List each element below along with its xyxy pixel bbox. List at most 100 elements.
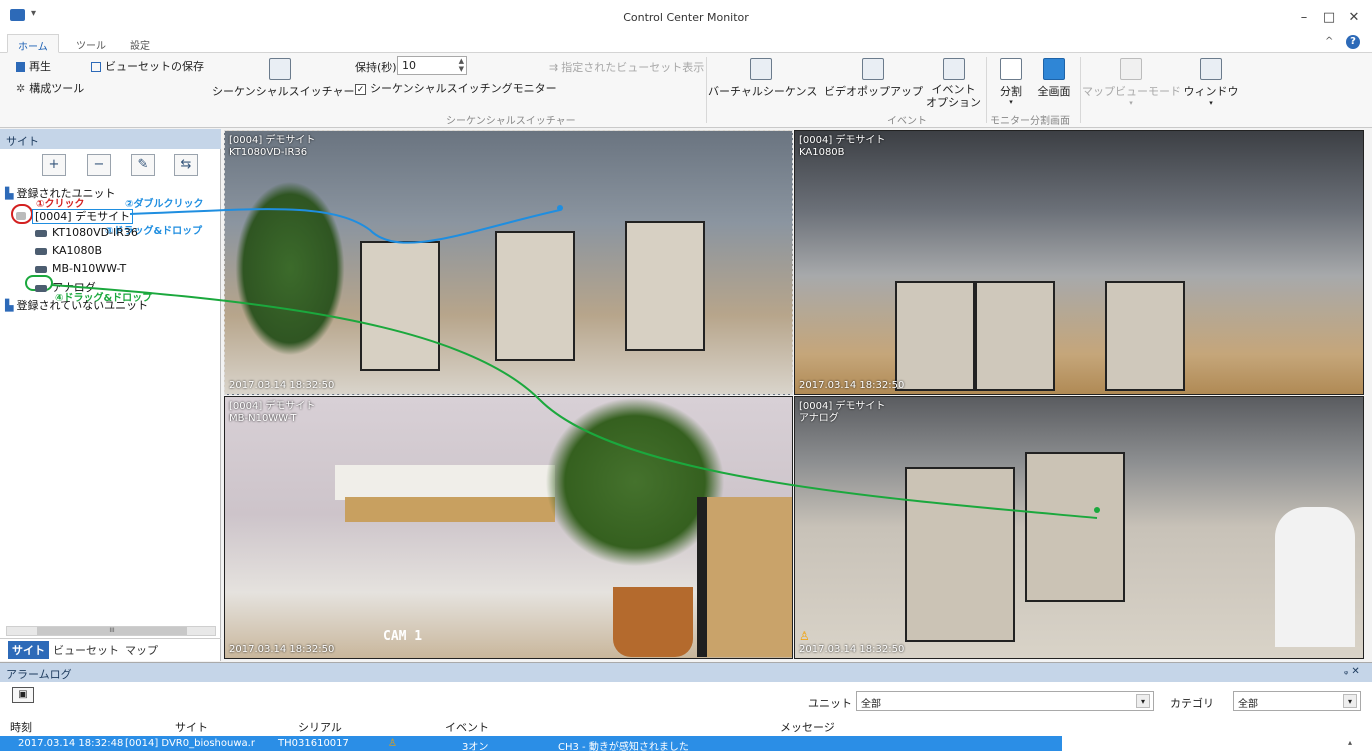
video-site-label: [0004] デモサイト — [229, 135, 316, 146]
show-viewset-button[interactable]: ⇉ 指定されたビューセット表示 — [549, 59, 704, 75]
tree-unregistered[interactable]: ▙ 登録されていないユニット — [5, 297, 148, 313]
ribbon-separator — [706, 57, 707, 123]
tab-viewset[interactable]: ビューセット — [53, 642, 119, 658]
video-timestamp: 2017.03.14 18:32:50 — [229, 380, 335, 391]
row-serial: TH031610017 — [278, 738, 349, 749]
column-header-serial[interactable]: シリアル — [298, 719, 342, 735]
horizontal-scrollbar[interactable]: III — [6, 626, 216, 636]
split-dropdown-icon[interactable]: ▾ — [992, 99, 1030, 106]
play-button[interactable]: 再生 — [16, 58, 51, 74]
split-button[interactable]: 分割 ▾ — [992, 58, 1030, 106]
tree-camera-1[interactable]: KT1080VD-IR36 — [35, 226, 138, 239]
virtual-sequence-label: バーチャルシーケンス — [708, 85, 818, 98]
annotation-double-click: ②ダブルクリック — [125, 199, 204, 210]
tab-site[interactable]: サイト — [8, 641, 49, 659]
map-view-dropdown-icon: ▾ — [1129, 99, 1133, 107]
scroll-up-icon[interactable]: ▴ — [1348, 738, 1352, 747]
table-row[interactable]: 2017.03.14 18:32:48 [0014] DVR0_bioshouw… — [0, 736, 1062, 751]
alarm-log-header: アラームログ — [0, 663, 1372, 682]
fullscreen-label: 全画面 — [1037, 85, 1071, 98]
minimize-button[interactable]: – — [1295, 10, 1313, 26]
ribbon-separator — [1080, 57, 1081, 123]
tab-settings[interactable]: 設定 — [120, 34, 160, 53]
refresh-button[interactable]: ⇆ — [174, 154, 198, 176]
gear-icon: ✲ — [16, 82, 26, 95]
column-header-event[interactable]: イベント — [445, 719, 489, 735]
scrollbar-thumb[interactable]: III — [37, 627, 187, 635]
edit-button[interactable]: ✎ — [131, 154, 155, 176]
group-label-monitor: モニター分割画面 — [990, 116, 1070, 127]
video-popup-label: ビデオポップアップ — [824, 85, 923, 98]
cam-overlay-label: CAM 1 — [383, 629, 423, 644]
tab-map[interactable]: マップ — [125, 642, 158, 658]
column-header-site[interactable]: サイト — [175, 719, 208, 735]
video-site-label: [0004] デモサイト — [799, 135, 886, 146]
sequential-switcher-label: シーケンシャルスイッチャー — [212, 85, 355, 98]
minus-icon: − — [93, 157, 105, 172]
event-option-label-2: オプション — [926, 96, 981, 109]
video-timestamp: 2017.03.14 18:32:50 — [799, 380, 905, 391]
plant-image — [235, 181, 345, 356]
add-button[interactable]: + — [42, 154, 66, 176]
window-button[interactable]: ウィンドウ ▾ — [1182, 58, 1240, 107]
tab-tools[interactable]: ツール — [66, 34, 116, 53]
window-dropdown-icon[interactable]: ▾ — [1182, 99, 1240, 107]
ribbon-tabs: ホーム ツール 設定 ^ ? — [0, 34, 1372, 53]
group-label-sequential: シーケンシャルスイッチャー — [446, 116, 576, 127]
pin-close-icon[interactable]: ᵩ ✕ — [1344, 666, 1360, 677]
video-timestamp: 2017.03.14 18:32:50 — [229, 644, 335, 655]
hold-seconds-value: 10 — [402, 59, 416, 72]
remove-button[interactable]: − — [87, 154, 111, 176]
tree-camera-3[interactable]: MB-N10WW-T — [35, 262, 126, 275]
left-panel-tabs: サイト ビューセット マップ — [0, 638, 221, 660]
config-tool-label: 構成ツール — [29, 82, 85, 95]
app-window: ▾ Control Center Monitor – □ ✕ ホーム ツール 設… — [0, 0, 1372, 751]
collapse-ribbon-button[interactable]: ^ — [1325, 36, 1333, 47]
display-case-image — [905, 467, 1015, 642]
unit-filter-label: ユニット — [808, 697, 852, 710]
category-filter-select[interactable]: 全部 ▾ — [1233, 691, 1361, 711]
motion-person-icon: ♙ — [799, 629, 810, 643]
sequential-switcher-button[interactable]: シーケンシャルスイッチャー — [212, 58, 355, 99]
map-view-mode-button[interactable]: マップビューモード ▾ — [1082, 58, 1181, 107]
fullscreen-icon — [1043, 58, 1065, 80]
help-button[interactable]: ? — [1346, 35, 1360, 49]
close-button[interactable]: ✕ — [1345, 10, 1363, 26]
site-icon — [16, 212, 26, 220]
display-case-image — [697, 497, 792, 657]
spinner-icon[interactable]: ▲ ▼ — [459, 57, 464, 73]
display-case-image — [495, 231, 575, 361]
virtual-sequence-button[interactable]: バーチャルシーケンス — [708, 58, 818, 99]
video-tile-1[interactable]: [0004] デモサイト KT1080VD-IR36 2017.03.14 18… — [224, 130, 793, 395]
column-header-time[interactable]: 時刻 — [10, 719, 32, 735]
plus-icon: + — [48, 157, 60, 172]
video-tile-2[interactable]: [0004] デモサイト KA1080B 2017.03.14 18:32:50 — [794, 130, 1364, 395]
video-site-label: [0004] デモサイト — [799, 401, 886, 412]
fullscreen-button[interactable]: 全画面 — [1034, 58, 1074, 99]
alarm-export-button[interactable]: ▣ — [12, 687, 34, 703]
hold-seconds-input[interactable]: 10 ▲ ▼ — [397, 56, 467, 75]
column-header-message[interactable]: メッセージ — [780, 719, 835, 735]
video-tile-4[interactable]: [0004] デモサイト アナログ ♙ 2017.03.14 18:32:50 — [794, 396, 1364, 659]
viewset-link-icon: ⇉ — [549, 61, 559, 74]
camera-label: KT1080VD-IR36 — [52, 226, 138, 239]
group-label-event: イベント — [887, 116, 927, 127]
display-case-image — [975, 281, 1055, 391]
maximize-button[interactable]: □ — [1320, 10, 1338, 26]
tree-camera-2[interactable]: KA1080B — [35, 244, 102, 257]
video-tile-3[interactable]: [0004] デモサイト MB-N10WW-T CAM 1 2017.03.14… — [224, 396, 793, 659]
hold-label: 保持(秒) — [355, 61, 397, 74]
display-case-image — [1105, 281, 1185, 391]
tab-home[interactable]: ホーム — [7, 34, 59, 53]
event-option-button[interactable]: イベント オプション — [926, 58, 981, 109]
save-viewset-button[interactable]: ビューセットの保存 — [91, 58, 204, 74]
play-label: 再生 — [29, 60, 51, 73]
config-tool-button[interactable]: ✲ 構成ツール — [16, 80, 84, 96]
video-timestamp: 2017.03.14 18:32:50 — [799, 644, 905, 655]
video-popup-button[interactable]: ビデオポップアップ — [824, 58, 923, 99]
seq-monitor-checkbox[interactable]: ✓ シーケンシャルスイッチングモニター — [355, 80, 557, 96]
display-case-image — [895, 281, 975, 391]
unit-filter-select[interactable]: 全部 ▾ — [856, 691, 1154, 711]
display-case-image — [625, 221, 705, 351]
video-popup-icon — [861, 58, 884, 80]
